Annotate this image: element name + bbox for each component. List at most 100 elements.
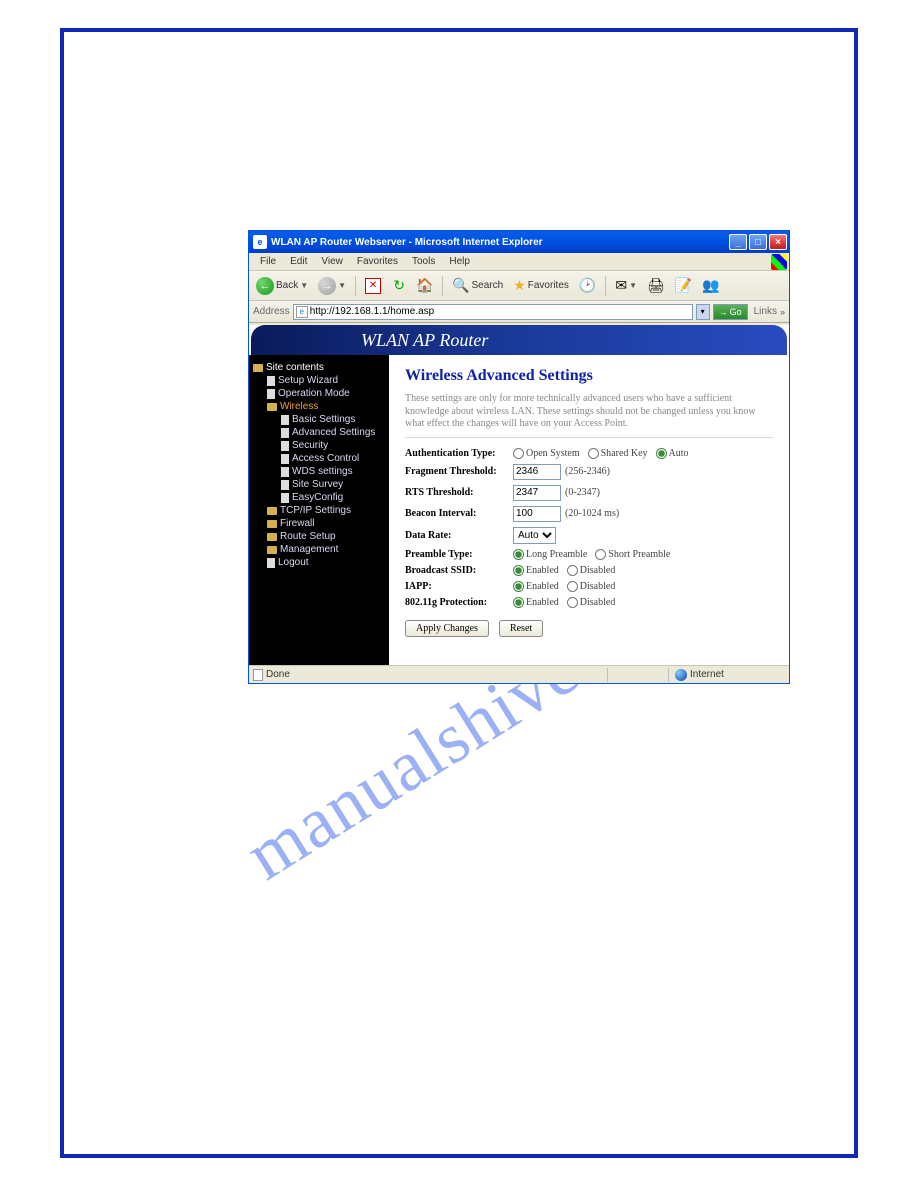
address-input[interactable]: e http://192.168.1.1/home.asp	[293, 304, 693, 320]
titlebar: e WLAN AP Router Webserver - Microsoft I…	[249, 231, 789, 253]
statusbar: Done Internet	[249, 665, 789, 683]
row-data-rate: Data Rate: Auto	[405, 527, 773, 544]
history-icon: 🕑	[579, 277, 596, 294]
sidebar-item-setup-wizard[interactable]: Setup Wizard	[253, 374, 385, 387]
input-rts[interactable]	[513, 485, 561, 501]
radio-open-system[interactable]: Open System	[513, 448, 580, 459]
close-button[interactable]: ×	[769, 234, 787, 250]
home-button[interactable]: 🏠	[414, 275, 436, 297]
input-beacon[interactable]	[513, 506, 561, 522]
sidebar-item-management[interactable]: Management	[253, 543, 385, 556]
links-label[interactable]: Links	[754, 306, 777, 317]
hint-rts: (0-2347)	[565, 487, 600, 498]
sidebar-item-access-control[interactable]: Access Control	[253, 452, 385, 465]
sidebar-item-label: Basic Settings	[292, 414, 355, 425]
document-icon	[253, 669, 263, 681]
menu-file[interactable]: File	[253, 254, 283, 269]
radio-auto[interactable]: Auto	[656, 448, 689, 459]
sidebar-item-advanced-settings[interactable]: Advanced Settings	[253, 426, 385, 439]
edit-button[interactable]: 📝	[672, 275, 695, 297]
sidebar-item-label: Security	[292, 440, 328, 451]
ie-icon: e	[253, 235, 267, 249]
sidebar-root[interactable]: Site contents	[253, 361, 385, 374]
radio-iapp-disabled[interactable]: Disabled	[567, 581, 616, 592]
print-button[interactable]: 🖨	[644, 275, 668, 297]
folder-icon	[267, 403, 277, 411]
star-icon: ★	[513, 277, 526, 294]
label-ssid: Broadcast SSID:	[405, 565, 513, 576]
sidebar-item-firewall[interactable]: Firewall	[253, 517, 385, 530]
back-button[interactable]: ← Back ▼	[253, 275, 311, 297]
toolbar-separator	[355, 276, 356, 296]
status-text: Done	[266, 669, 290, 680]
sidebar-item-site-survey[interactable]: Site Survey	[253, 478, 385, 491]
reset-button[interactable]: Reset	[499, 620, 543, 637]
messenger-button[interactable]: 👥	[699, 275, 722, 297]
radio-prot-enabled[interactable]: Enabled	[513, 597, 559, 608]
links-expand-icon[interactable]: »	[780, 307, 785, 317]
select-data-rate[interactable]: Auto	[513, 527, 556, 544]
apply-button[interactable]: Apply Changes	[405, 620, 489, 637]
sidebar-item-wireless[interactable]: Wireless	[253, 400, 385, 413]
sidebar-item-label: TCP/IP Settings	[280, 505, 351, 516]
mail-dropdown-icon: ▼	[629, 281, 637, 290]
menu-help[interactable]: Help	[442, 254, 477, 269]
toolbar-separator	[605, 276, 606, 296]
sidebar-item-tcp-ip-settings[interactable]: TCP/IP Settings	[253, 504, 385, 517]
radio-long-preamble[interactable]: Long Preamble	[513, 549, 587, 560]
label-protection: 802.11g Protection:	[405, 597, 513, 608]
radio-prot-disabled[interactable]: Disabled	[567, 597, 616, 608]
label-iapp: IAPP:	[405, 581, 513, 592]
sidebar-item-wds-settings[interactable]: WDS settings	[253, 465, 385, 478]
maximize-button[interactable]: □	[749, 234, 767, 250]
mail-icon: ✉	[615, 277, 627, 294]
windows-logo-icon	[771, 254, 787, 270]
history-button[interactable]: 🕑	[576, 275, 599, 297]
refresh-button[interactable]: ↻	[388, 275, 410, 297]
radio-ssid-disabled[interactable]: Disabled	[567, 565, 616, 576]
label-fragment: Fragment Threshold:	[405, 466, 513, 477]
forward-arrow-icon: →	[318, 277, 336, 295]
search-button[interactable]: 🔍 Search	[449, 275, 506, 297]
menu-favorites[interactable]: Favorites	[350, 254, 405, 269]
hint-beacon: (20-1024 ms)	[565, 508, 619, 519]
favorites-button[interactable]: ★ Favorites	[510, 275, 572, 297]
mail-button[interactable]: ✉▼	[612, 275, 640, 297]
sidebar-item-security[interactable]: Security	[253, 439, 385, 452]
minimize-button[interactable]: _	[729, 234, 747, 250]
menu-edit[interactable]: Edit	[283, 254, 314, 269]
address-dropdown[interactable]: ▾	[696, 304, 710, 320]
sidebar: Site contents Setup WizardOperation Mode…	[249, 355, 389, 665]
sidebar-item-label: Wireless	[280, 401, 318, 412]
menu-tools[interactable]: Tools	[405, 254, 442, 269]
page-icon	[267, 558, 275, 568]
sidebar-item-label: Advanced Settings	[292, 427, 375, 438]
radio-short-preamble[interactable]: Short Preamble	[595, 549, 670, 560]
row-auth-type: Authentication Type: Open System Shared …	[405, 448, 773, 459]
sidebar-item-label: Access Control	[292, 453, 359, 464]
favorites-label: Favorites	[528, 280, 569, 291]
sidebar-item-logout[interactable]: Logout	[253, 556, 385, 569]
sidebar-item-basic-settings[interactable]: Basic Settings	[253, 413, 385, 426]
page-icon	[281, 493, 289, 503]
radio-shared-key[interactable]: Shared Key	[588, 448, 648, 459]
folder-icon	[267, 520, 277, 528]
stop-button[interactable]: ✕	[362, 275, 384, 297]
row-iapp: IAPP: Enabled Disabled	[405, 581, 773, 592]
status-separator	[607, 668, 608, 682]
forward-dropdown-icon: ▼	[338, 281, 346, 290]
radio-iapp-enabled[interactable]: Enabled	[513, 581, 559, 592]
page-icon	[281, 415, 289, 425]
sidebar-item-operation-mode[interactable]: Operation Mode	[253, 387, 385, 400]
forward-button[interactable]: → ▼	[315, 275, 349, 297]
radio-ssid-enabled[interactable]: Enabled	[513, 565, 559, 576]
menu-view[interactable]: View	[314, 254, 350, 269]
address-value: http://192.168.1.1/home.asp	[310, 306, 435, 317]
go-button[interactable]: → Go	[713, 304, 748, 320]
sidebar-item-route-setup[interactable]: Route Setup	[253, 530, 385, 543]
sidebar-item-easyconfig[interactable]: EasyConfig	[253, 491, 385, 504]
folder-icon	[267, 533, 277, 541]
input-fragment[interactable]	[513, 464, 561, 480]
banner: WLAN AP Router	[251, 325, 787, 355]
menubar: File Edit View Favorites Tools Help	[249, 253, 789, 271]
